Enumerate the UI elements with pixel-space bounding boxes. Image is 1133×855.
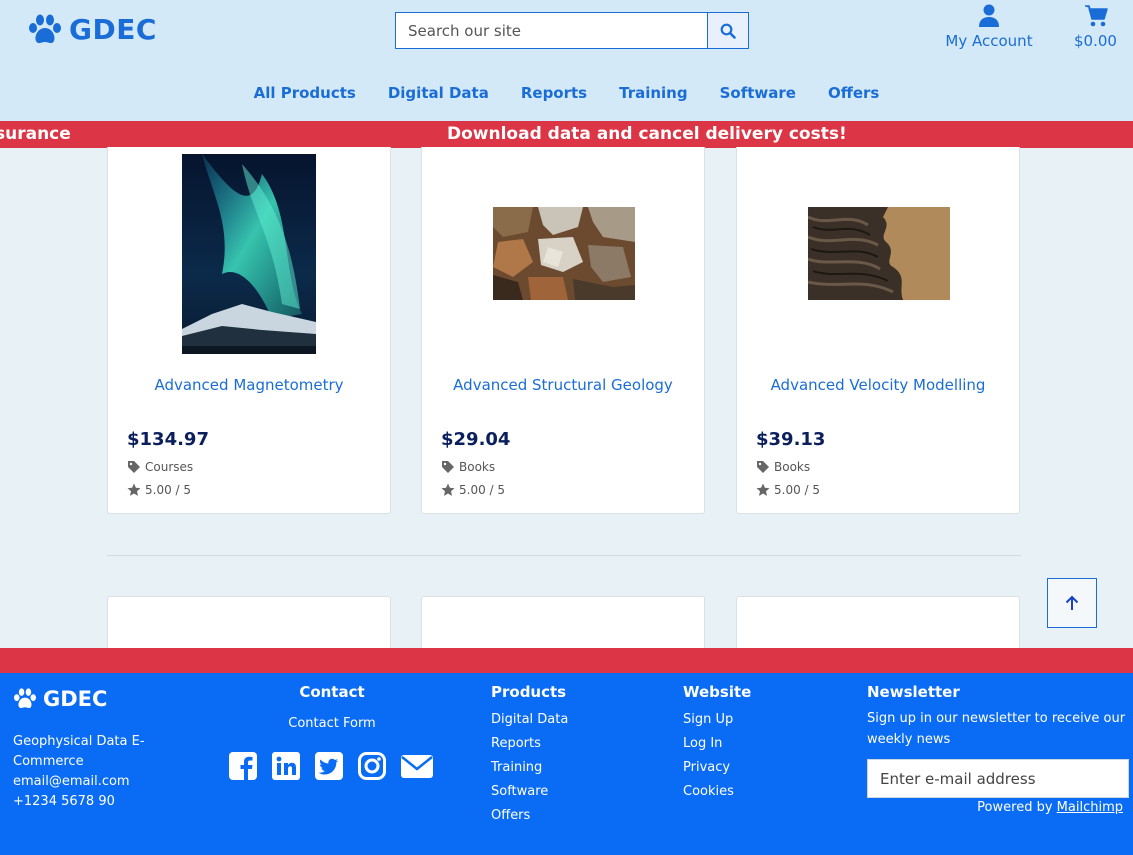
product-rating-value: 5.00 / 5 — [459, 483, 506, 497]
products-heading: Products — [491, 683, 567, 701]
product-card-partial[interactable] — [107, 596, 391, 648]
company-phone: +1234 5678 90 — [13, 794, 115, 809]
logo-text: GDEC — [69, 13, 157, 46]
powered-by: Powered by Mailchimp — [867, 800, 1123, 815]
banner-message: Download data and cancel delivery costs! — [447, 124, 847, 144]
star-icon — [441, 483, 455, 496]
footer-link-cookies[interactable]: Cookies — [683, 780, 751, 804]
nav-offers[interactable]: Offers — [828, 84, 879, 102]
product-rating-value: 5.00 / 5 — [774, 483, 821, 497]
site-footer: GDEC Geophysical Data E-Commerce email@e… — [0, 673, 1133, 855]
powered-by-prefix: Powered by — [977, 800, 1053, 815]
nav-training[interactable]: Training — [619, 84, 687, 102]
paw-icon — [29, 14, 61, 43]
newsletter-email-input[interactable] — [867, 759, 1129, 798]
mailchimp-link[interactable]: Mailchimp — [1057, 800, 1123, 815]
footer-link-software[interactable]: Software — [491, 780, 568, 804]
envelope-icon[interactable] — [400, 751, 434, 781]
cart-link[interactable]: $0.00 — [1068, 4, 1123, 50]
twitter-icon[interactable] — [314, 751, 344, 781]
product-category: Books — [441, 460, 495, 474]
site-header: GDEC My Account $0.00 All Products Digit… — [0, 0, 1133, 121]
product-category-label[interactable]: Books — [774, 460, 810, 474]
search-button[interactable] — [707, 13, 748, 48]
footer-link-privacy[interactable]: Privacy — [683, 756, 751, 780]
footer-link-digital-data[interactable]: Digital Data — [491, 708, 568, 732]
contact-heading: Contact — [299, 683, 365, 701]
star-icon — [756, 483, 770, 496]
product-rating: 5.00 / 5 — [756, 483, 820, 497]
product-card-partial[interactable] — [736, 596, 1020, 648]
account-link[interactable]: My Account — [940, 4, 1038, 50]
social-links — [228, 751, 434, 781]
footer-accent-bar — [0, 648, 1133, 673]
star-icon — [127, 483, 141, 496]
footer-logo[interactable]: GDEC — [13, 687, 107, 711]
shopping-cart-icon — [1084, 5, 1108, 27]
footer-link-sign-up[interactable]: Sign Up — [683, 708, 751, 732]
aerial-terrain-image[interactable] — [808, 207, 950, 300]
product-title[interactable]: Advanced Velocity Modelling — [737, 376, 1019, 394]
footer-products-column: Products Digital Data Reports Training S… — [491, 683, 568, 828]
cart-total: $0.00 — [1074, 32, 1117, 50]
site-logo[interactable]: GDEC — [28, 13, 157, 46]
paw-icon — [14, 688, 36, 708]
product-price: $134.97 — [127, 429, 209, 450]
company-info: Geophysical Data E-Commerce email@email.… — [13, 732, 163, 812]
search-icon — [720, 23, 736, 39]
linkedin-icon[interactable] — [271, 751, 301, 781]
footer-link-log-in[interactable]: Log In — [683, 732, 751, 756]
newsletter-section: Newsletter Sign up in our newsletter to … — [867, 683, 1129, 798]
main-nav: All Products Digital Data Reports Traini… — [0, 84, 1133, 102]
arrow-up-icon — [1065, 595, 1079, 610]
user-icon — [979, 4, 999, 27]
contact-form-link[interactable]: Contact Form — [232, 716, 432, 731]
nav-software[interactable]: Software — [720, 84, 796, 102]
banner-previous-text: surance — [0, 124, 71, 144]
product-price: $29.04 — [441, 429, 511, 450]
product-card[interactable]: Advanced Structural Geology $29.04 Books… — [421, 147, 705, 514]
nav-digital-data[interactable]: Digital Data — [388, 84, 489, 102]
company-name: Geophysical Data E-Commerce — [13, 734, 145, 769]
back-to-top-button[interactable] — [1047, 578, 1097, 628]
account-label: My Account — [945, 32, 1033, 50]
tag-icon — [757, 461, 769, 473]
footer-website-column: Website Sign Up Log In Privacy Cookies — [683, 683, 751, 804]
rock-texture-image[interactable] — [493, 207, 635, 300]
company-email[interactable]: email@email.com — [13, 772, 163, 792]
product-category-label[interactable]: Courses — [145, 460, 193, 474]
search-input[interactable] — [396, 13, 707, 48]
announcement-banner: surance Download data and cancel deliver… — [0, 121, 1133, 148]
footer-link-reports[interactable]: Reports — [491, 732, 568, 756]
footer-logo-text: GDEC — [43, 687, 108, 711]
nav-all-products[interactable]: All Products — [254, 84, 356, 102]
product-category: Books — [756, 460, 810, 474]
product-rating: 5.00 / 5 — [441, 483, 505, 497]
product-category-label[interactable]: Books — [459, 460, 495, 474]
product-category: Courses — [127, 460, 193, 474]
instagram-icon[interactable] — [357, 751, 387, 781]
aurora-image[interactable] — [182, 154, 316, 354]
product-card[interactable]: Advanced Velocity Modelling $39.13 Books… — [736, 147, 1020, 514]
facebook-icon[interactable] — [228, 751, 258, 781]
footer-link-training[interactable]: Training — [491, 756, 568, 780]
product-title[interactable]: Advanced Magnetometry — [108, 376, 390, 394]
product-card-partial[interactable] — [421, 596, 705, 648]
tag-icon — [128, 461, 140, 473]
product-rating-value: 5.00 / 5 — [145, 483, 192, 497]
section-divider — [107, 555, 1021, 556]
newsletter-text: Sign up in our newsletter to receive our… — [867, 711, 1126, 747]
product-card[interactable]: Advanced Magnetometry $134.97 Courses 5.… — [107, 147, 391, 514]
search-bar — [395, 12, 749, 49]
tag-icon — [442, 461, 454, 473]
product-title[interactable]: Advanced Structural Geology — [422, 376, 704, 394]
product-rating: 5.00 / 5 — [127, 483, 191, 497]
website-heading: Website — [683, 683, 752, 701]
product-price: $39.13 — [756, 429, 826, 450]
newsletter-heading: Newsletter — [867, 683, 960, 701]
nav-reports[interactable]: Reports — [521, 84, 587, 102]
footer-link-offers[interactable]: Offers — [491, 804, 568, 828]
